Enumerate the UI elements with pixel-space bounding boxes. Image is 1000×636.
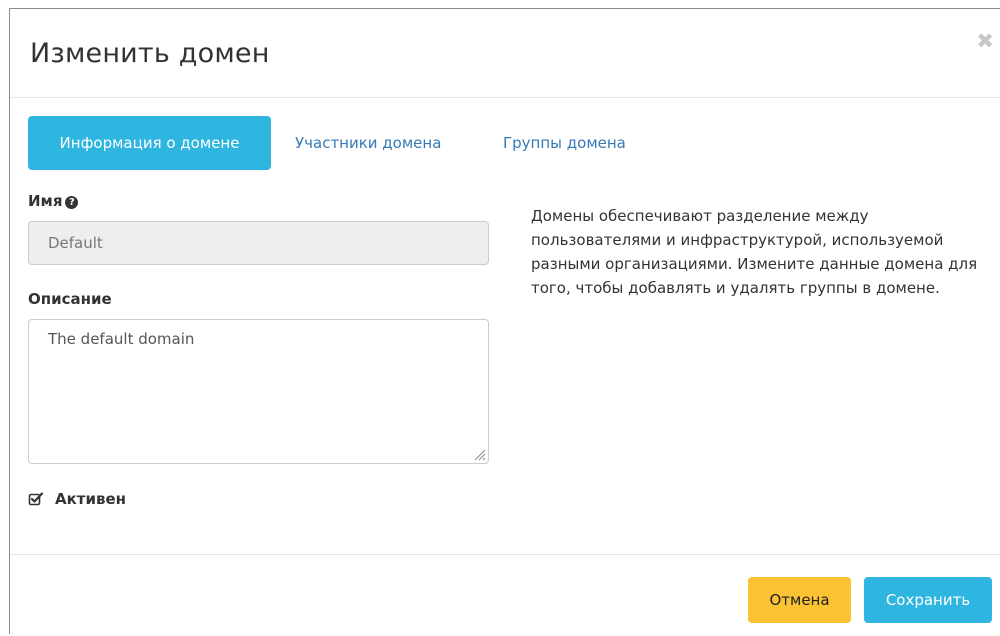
description-wrapper: The default domain: [28, 319, 489, 464]
description-textarea[interactable]: The default domain: [28, 319, 489, 464]
edit-domain-modal: Изменить домен ✖ Информация о домене Уча…: [9, 8, 1000, 634]
checked-checkbox-icon[interactable]: [28, 491, 44, 507]
cancel-button[interactable]: Отмена: [748, 577, 851, 623]
name-label-text: Имя: [28, 192, 63, 210]
enabled-label: Активен: [55, 490, 127, 508]
resize-grip-icon[interactable]: [473, 448, 486, 461]
modal-header: Изменить домен ✖: [10, 9, 1000, 98]
save-button[interactable]: Сохранить: [864, 577, 992, 623]
name-label: Имя?: [28, 192, 79, 210]
tab-domain-members[interactable]: Участники домена: [295, 116, 441, 170]
modal-title: Изменить домен: [30, 38, 270, 69]
help-icon[interactable]: ?: [65, 196, 79, 209]
name-input[interactable]: [28, 221, 489, 265]
tab-domain-groups[interactable]: Группы домена: [503, 116, 626, 170]
description-label: Описание: [28, 290, 112, 308]
close-icon[interactable]: ✖: [976, 31, 994, 52]
domain-help-text: Домены обеспечивают разделение между пол…: [531, 207, 978, 297]
modal-footer: Отмена Сохранить: [10, 554, 1000, 636]
tab-domain-info[interactable]: Информация о домене: [28, 116, 271, 170]
